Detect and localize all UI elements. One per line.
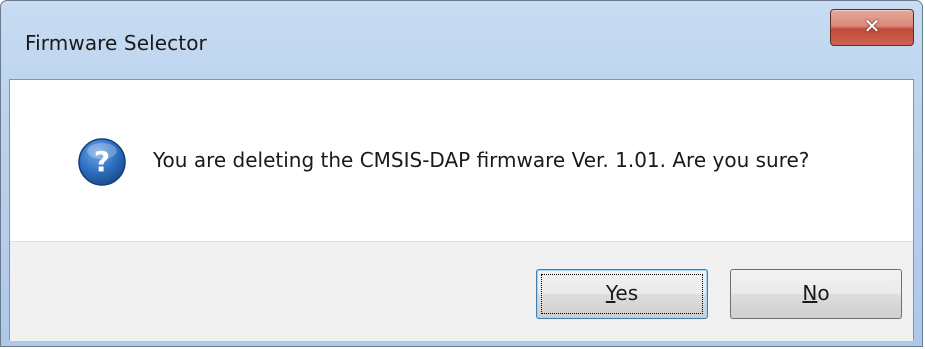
- no-button[interactable]: No: [730, 269, 902, 319]
- yes-label-rest: es: [615, 281, 639, 305]
- svg-text:?: ?: [94, 145, 110, 178]
- button-bar: Yes No: [10, 241, 913, 341]
- no-mnemonic: N: [802, 281, 818, 305]
- no-label-rest: o: [817, 281, 830, 305]
- message-area: ? You are deleting the CMSIS-DAP firmwar…: [10, 80, 913, 241]
- yes-button[interactable]: Yes: [536, 269, 708, 319]
- dialog-window: Firmware Selector ✕ ? You are deleting t…: [0, 0, 923, 347]
- yes-mnemonic: Y: [605, 281, 616, 305]
- close-button[interactable]: ✕: [830, 9, 914, 46]
- dialog-client-area: ? You are deleting the CMSIS-DAP firmwar…: [9, 79, 914, 341]
- dialog-message: You are deleting the CMSIS-DAP firmware …: [153, 148, 810, 172]
- window-title: Firmware Selector: [25, 31, 207, 55]
- question-icon: ?: [78, 138, 126, 186]
- title-bar[interactable]: Firmware Selector ✕: [1, 1, 922, 79]
- close-icon: ✕: [863, 14, 881, 38]
